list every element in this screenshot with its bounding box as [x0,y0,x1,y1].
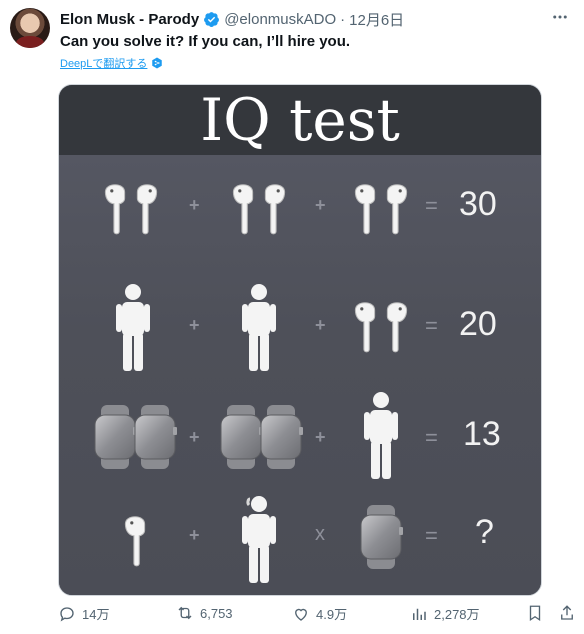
plus-operator: + [189,525,200,545]
tweet-actions: 14万 6,753 4.9万 2,278万 [0,604,584,628]
image-title-bar: IQ test [59,85,541,155]
watch-icon [220,405,263,469]
plus-operator: + [315,427,326,447]
equals-sign: = [425,425,438,450]
author-name[interactable]: Elon Musk - Parody [60,11,199,28]
tweet-header: Elon Musk - Parody @elonmuskADO · 12月6日 [60,9,544,29]
person-with-airpod-icon [242,496,276,583]
watch-icon [360,505,403,569]
plus-operator: + [315,315,326,335]
separator-dot: · [340,10,346,28]
airpods-icon [232,184,286,235]
row-result: 13 [463,415,501,453]
equals-sign: = [425,313,438,338]
tweet-text: Can you solve it? If you can, I’ll hire … [60,33,351,50]
watch-icon [134,405,177,469]
row-result: 30 [459,185,497,223]
single-airpod-icon [124,516,146,567]
puzzle-area: + + = 30 + + = 20 + + = 13 + x = ? [59,155,541,595]
row-result: 20 [459,305,497,343]
repost-count: 6,753 [200,605,233,621]
tweet-date[interactable]: 12月6日 [349,9,404,30]
deepl-icon [152,57,163,69]
plus-operator: + [189,315,200,335]
views-button[interactable]: 2,278万 [410,604,480,623]
multiply-operator: x [315,523,325,545]
question-mark-result: ? [475,513,494,551]
airpods-icon [104,184,158,235]
iq-test-title: IQ test [200,86,400,154]
avatar[interactable] [10,8,50,48]
person-icon [242,284,276,371]
plus-operator: + [189,427,200,447]
equals-sign: = [425,193,438,218]
tweet-image[interactable]: IQ test + + = 30 + + = 20 + + = 13 + x =… [58,84,542,596]
plus-operator: + [315,195,326,215]
reply-count: 14万 [82,607,110,622]
author-handle[interactable]: @elonmuskADO [224,11,336,28]
translate-link[interactable]: DeepLで翻訳する [60,55,163,71]
bookmark-icon [529,605,541,622]
heart-icon [295,608,307,621]
person-icon [364,392,398,479]
airpods-icon [354,302,408,353]
watch-icon [260,405,303,469]
airpods-icon [354,184,408,235]
reply-button[interactable]: 14万 [58,604,109,623]
share-button[interactable] [558,604,576,622]
plus-operator: + [189,195,200,215]
views-count: 2,278万 [434,607,480,622]
like-button[interactable]: 4.9万 [292,604,347,623]
analytics-icon [413,608,426,620]
repost-button[interactable]: 6,753 [176,604,233,622]
verified-badge-icon [204,11,220,27]
watch-icon [94,405,137,469]
translate-label[interactable]: DeepLで翻訳する [60,55,147,71]
bookmark-button[interactable] [526,604,544,622]
more-options-icon[interactable] [546,6,574,28]
like-count: 4.9万 [316,607,348,622]
equals-sign: = [425,523,438,548]
share-icon [561,605,573,620]
reply-icon [60,606,74,621]
repost-icon [178,606,192,620]
person-icon [116,284,150,371]
earpiece-detail [246,497,251,507]
